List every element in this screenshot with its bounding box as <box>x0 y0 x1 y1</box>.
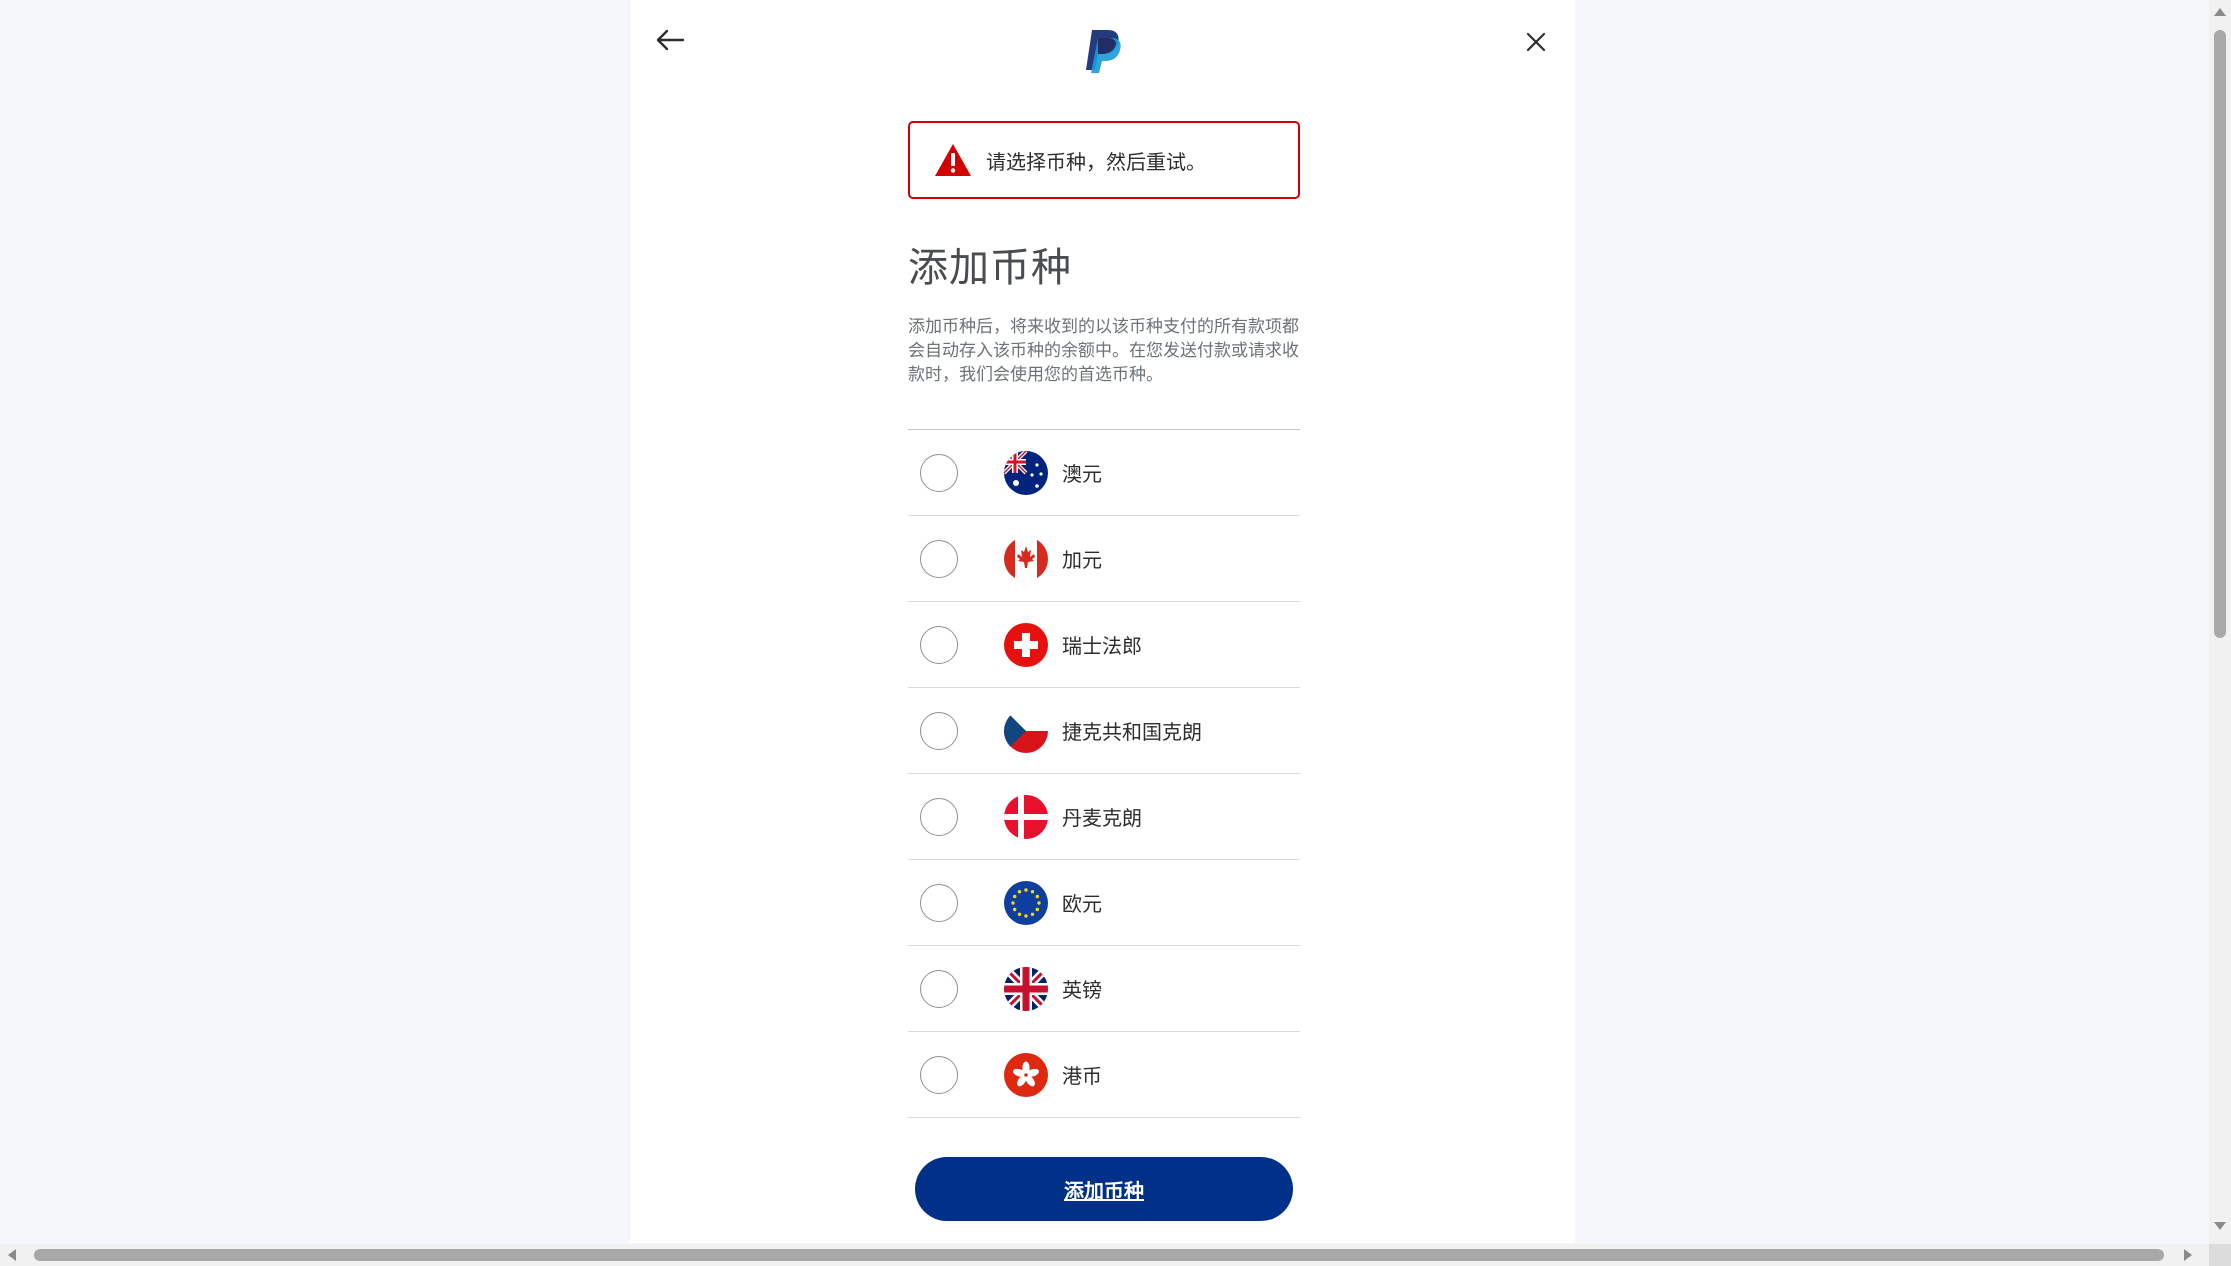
currency-label: 瑞士法郎 <box>1062 634 1142 658</box>
radio-button[interactable] <box>920 711 958 750</box>
page-description: 添加币种后，将来收到的以该币种支付的所有款项都会自动存入该币种的余额中。在您发送… <box>908 317 1299 385</box>
arrow-left-icon <box>656 29 685 51</box>
vertical-scrollbar[interactable] <box>2209 0 2231 1244</box>
eu-flag-icon <box>1004 880 1048 925</box>
currency-label: 加元 <box>1062 548 1102 572</box>
scroll-right-icon[interactable] <box>2184 1249 2192 1261</box>
alert-message: 请选择币种，然后重试。 <box>986 149 1206 174</box>
scroll-down-icon[interactable] <box>2214 1222 2226 1230</box>
currency-option-dkk[interactable]: 丹麦克朗 <box>908 774 1300 860</box>
currency-option-eur[interactable]: 欧元 <box>908 860 1300 946</box>
czech-flag-icon <box>1004 708 1048 753</box>
currency-option-aud[interactable]: 澳元 <box>908 430 1300 516</box>
currency-option-chf[interactable]: 瑞士法郎 <box>908 602 1300 688</box>
warning-triangle-icon <box>935 144 971 176</box>
vertical-scroll-thumb[interactable] <box>2214 30 2226 638</box>
scroll-up-icon[interactable] <box>2214 8 2226 16</box>
uk-flag-icon <box>1004 966 1048 1011</box>
radio-button[interactable] <box>920 1055 958 1094</box>
currency-label: 欧元 <box>1062 892 1102 916</box>
currency-label: 澳元 <box>1062 462 1102 486</box>
currency-label: 港币 <box>1062 1064 1102 1088</box>
radio-button[interactable] <box>920 539 958 578</box>
currency-list: 澳元 加元 瑞士法郎 捷克共和国克朗 丹麦克朗 欧元 英镑 港币 <box>908 429 1300 1118</box>
page-title: 添加币种 <box>908 245 1072 291</box>
scroll-left-icon[interactable] <box>8 1249 16 1261</box>
currency-option-czk[interactable]: 捷克共和国克朗 <box>908 688 1300 774</box>
main-content: 请选择币种，然后重试。 添加币种 添加币种后，将来收到的以该币种支付的所有款项都… <box>908 121 1300 1118</box>
currency-option-gbp[interactable]: 英镑 <box>908 946 1300 1032</box>
error-alert: 请选择币种，然后重试。 <box>908 121 1300 199</box>
denmark-flag-icon <box>1004 794 1048 839</box>
australia-flag-icon <box>1004 450 1048 495</box>
currency-label: 捷克共和国克朗 <box>1062 720 1202 744</box>
close-icon <box>1526 32 1546 52</box>
radio-button[interactable] <box>920 625 958 664</box>
radio-button[interactable] <box>920 883 958 922</box>
paypal-logo <box>1082 28 1124 74</box>
radio-button[interactable] <box>920 797 958 836</box>
close-button[interactable] <box>1518 24 1554 60</box>
horizontal-scroll-thumb[interactable] <box>34 1249 2164 1261</box>
currency-label: 英镑 <box>1062 978 1102 1002</box>
radio-button[interactable] <box>920 453 958 492</box>
currency-option-hkd[interactable]: 港币 <box>908 1032 1300 1118</box>
add-currency-button[interactable]: 添加币种 <box>915 1157 1293 1221</box>
hongkong-flag-icon <box>1004 1052 1048 1097</box>
currency-label: 丹麦克朗 <box>1062 806 1142 830</box>
canada-flag-icon <box>1004 536 1048 581</box>
scrollbar-corner <box>2209 1244 2231 1266</box>
horizontal-scrollbar[interactable] <box>0 1244 2231 1266</box>
currency-option-cad[interactable]: 加元 <box>908 516 1300 602</box>
back-button[interactable] <box>652 22 688 58</box>
switzerland-flag-icon <box>1004 622 1048 667</box>
radio-button[interactable] <box>920 969 958 1008</box>
